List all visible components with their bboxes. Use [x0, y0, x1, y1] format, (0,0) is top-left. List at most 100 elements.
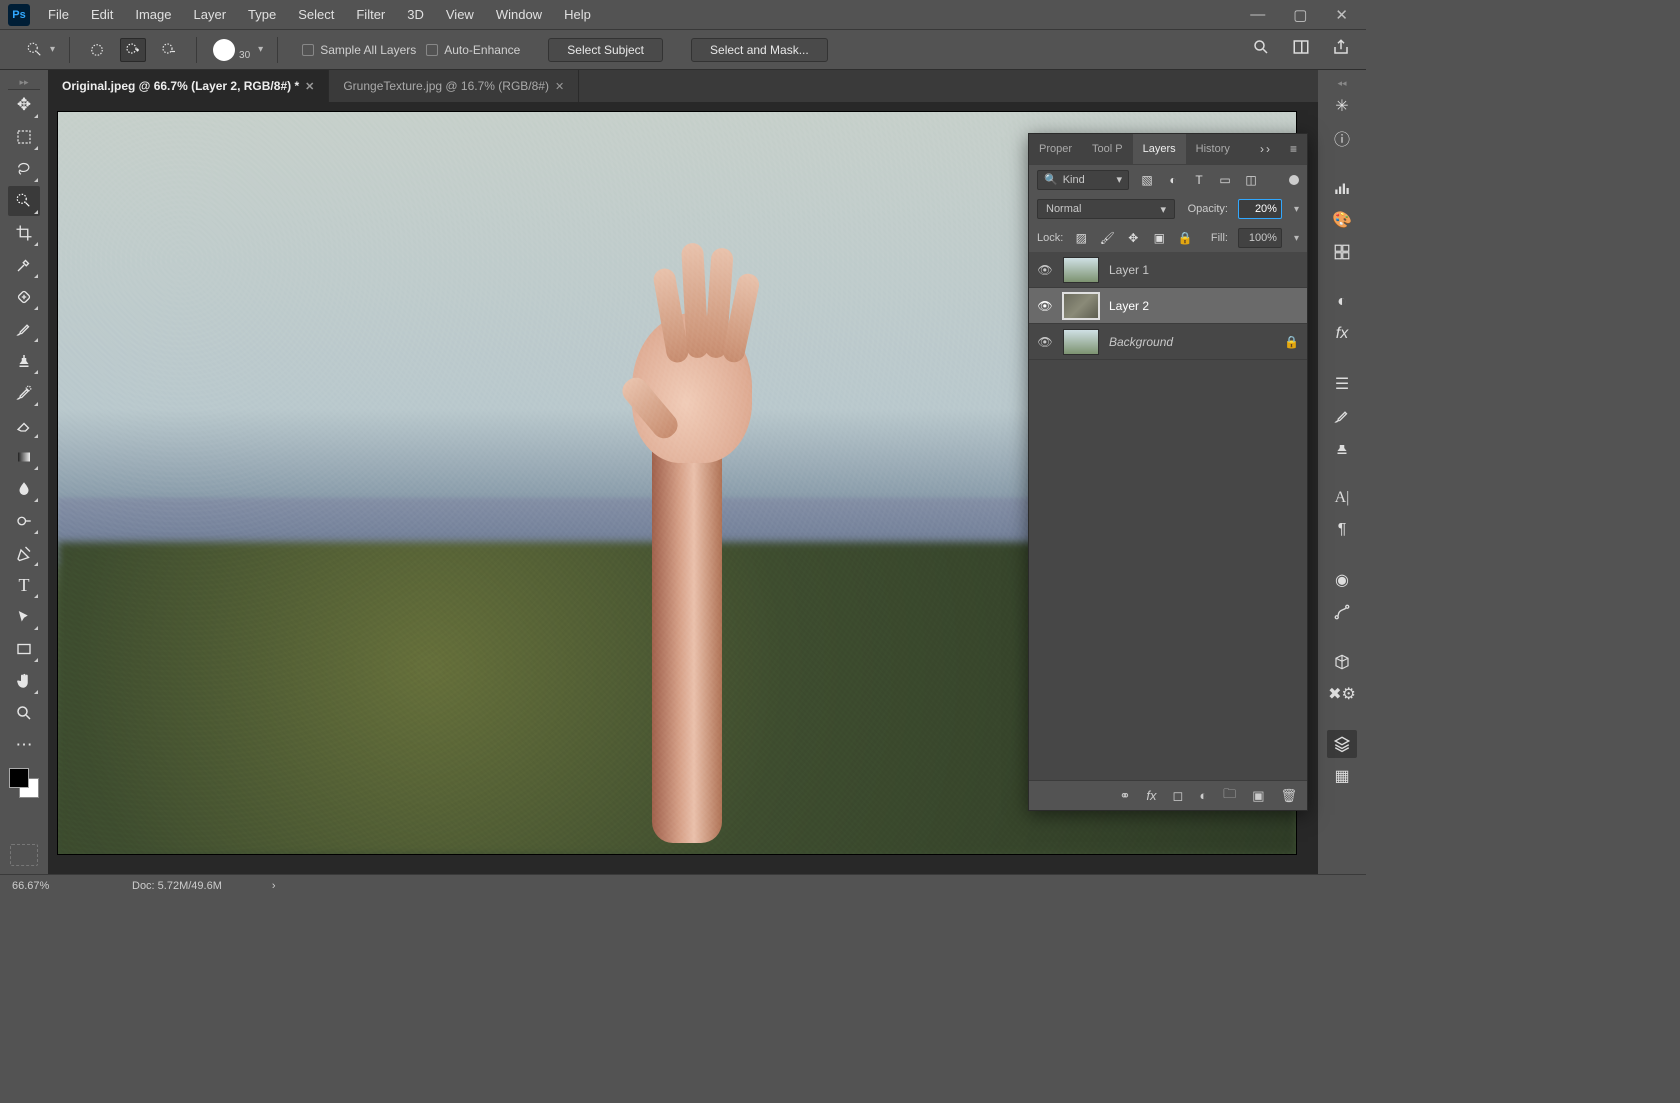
close-icon[interactable]: ✕ — [305, 80, 314, 93]
clone-source-icon[interactable] — [1327, 434, 1357, 462]
lock-image-icon[interactable]: 🖌 — [1099, 231, 1115, 245]
layer-name-label[interactable]: Background — [1109, 335, 1173, 349]
gradient-tool[interactable] — [8, 442, 40, 472]
quick-selection-tool[interactable] — [8, 186, 40, 216]
paths-icon[interactable] — [1327, 598, 1357, 626]
menu-3d[interactable]: 3D — [407, 7, 424, 22]
edit-toolbar-button[interactable]: ⋯ — [8, 730, 40, 760]
filter-kind-dropdown[interactable]: 🔍Kind▾ — [1037, 170, 1129, 190]
menu-file[interactable]: File — [48, 7, 69, 22]
layer-row[interactable]: 👁 Layer 1 — [1029, 252, 1307, 288]
search-icon[interactable] — [1252, 38, 1270, 61]
styles-icon[interactable]: fx — [1327, 320, 1357, 348]
info-icon[interactable]: ⓘ — [1327, 124, 1357, 152]
menu-select[interactable]: Select — [298, 7, 334, 22]
menu-filter[interactable]: Filter — [356, 7, 385, 22]
visibility-toggle-icon[interactable]: 👁 — [1037, 299, 1053, 313]
adjustment-layer-icon[interactable]: ◐ — [1199, 788, 1207, 803]
share-icon[interactable] — [1332, 38, 1350, 61]
fill-input[interactable]: 100% — [1238, 228, 1282, 248]
eraser-tool[interactable] — [8, 410, 40, 440]
layer-row[interactable]: 👁 Background 🔒 — [1029, 324, 1307, 360]
brush-settings-icon[interactable] — [1327, 402, 1357, 430]
paragraph-icon[interactable]: ¶ — [1327, 516, 1357, 544]
tool-preset-dropdown[interactable]: ▾ — [50, 44, 55, 55]
character-icon[interactable]: A| — [1327, 484, 1357, 512]
layer-name-label[interactable]: Layer 2 — [1109, 299, 1149, 313]
panel-menu-icon[interactable]: ≡ — [1280, 142, 1307, 156]
move-tool[interactable]: ✥ — [8, 90, 40, 120]
close-icon[interactable]: ✕ — [555, 80, 564, 93]
visibility-toggle-icon[interactable]: 👁 — [1037, 263, 1053, 277]
panel-expand-icon[interactable]: ›› — [1252, 142, 1280, 156]
filter-shape-icon[interactable]: ▭ — [1217, 173, 1233, 187]
quick-mask-toggle[interactable] — [10, 844, 38, 866]
add-to-selection-button[interactable] — [120, 38, 146, 62]
layer-row[interactable]: 👁 Layer 2 — [1029, 288, 1307, 324]
spot-healing-tool[interactable] — [8, 282, 40, 312]
layer-name-label[interactable]: Layer 1 — [1109, 263, 1149, 277]
current-tool-icon[interactable] — [22, 37, 48, 63]
filter-pixel-icon[interactable]: ▧ — [1139, 173, 1155, 187]
tab-layers[interactable]: Layers — [1133, 134, 1186, 164]
auto-enhance-checkbox[interactable]: Auto-Enhance — [426, 43, 520, 57]
layer-thumbnail[interactable] — [1063, 293, 1099, 319]
layer-thumbnail[interactable] — [1063, 257, 1099, 283]
lasso-tool[interactable] — [8, 154, 40, 184]
pen-tool[interactable] — [8, 538, 40, 568]
brush-picker-dropdown[interactable]: ▾ — [258, 44, 263, 55]
menu-help[interactable]: Help — [564, 7, 591, 22]
brush-preview-icon[interactable] — [213, 39, 235, 61]
filter-smart-icon[interactable]: ◫ — [1243, 173, 1259, 187]
sample-all-layers-checkbox[interactable]: Sample All Layers — [302, 43, 416, 57]
window-maximize-button[interactable]: ▢ — [1293, 6, 1307, 24]
actions-icon[interactable]: ▦ — [1327, 762, 1357, 790]
tab-tool-presets[interactable]: Tool P — [1082, 134, 1133, 164]
lock-transparency-icon[interactable]: ▨ — [1073, 231, 1089, 245]
marquee-tool[interactable] — [8, 122, 40, 152]
document-tab-2[interactable]: GrungeTexture.jpg @ 16.7% (RGB/8#)✕ — [329, 70, 579, 102]
layer-comp-icon[interactable]: ☰ — [1327, 370, 1357, 398]
tab-history[interactable]: History — [1186, 134, 1240, 164]
select-and-mask-button[interactable]: Select and Mask... — [691, 38, 828, 62]
layer-mask-icon[interactable]: ◻ — [1173, 788, 1184, 804]
select-subject-button[interactable]: Select Subject — [548, 38, 663, 62]
type-tool[interactable]: T — [8, 570, 40, 600]
fill-dropdown[interactable]: ▾ — [1294, 233, 1299, 244]
blend-mode-dropdown[interactable]: Normal▾ — [1037, 199, 1175, 219]
opacity-dropdown[interactable]: ▾ — [1294, 204, 1299, 215]
doc-info[interactable]: Doc: 5.72M/49.6M — [132, 880, 222, 892]
properties-icon[interactable]: ✖⚙ — [1327, 680, 1357, 708]
layer-group-icon[interactable]: 🗀 — [1223, 785, 1236, 807]
crop-tool[interactable] — [8, 218, 40, 248]
window-minimize-button[interactable]: — — [1250, 6, 1265, 24]
lock-artboard-icon[interactable]: ▣ — [1151, 231, 1167, 245]
visibility-toggle-icon[interactable]: 👁 — [1037, 335, 1053, 349]
filter-type-icon[interactable]: T — [1191, 173, 1207, 187]
menu-image[interactable]: Image — [135, 7, 171, 22]
menu-edit[interactable]: Edit — [91, 7, 113, 22]
new-layer-icon[interactable]: ▣ — [1252, 788, 1264, 804]
layers-icon[interactable] — [1327, 730, 1357, 758]
filter-toggle-switch[interactable] — [1289, 175, 1299, 185]
color-icon[interactable]: 🎨 — [1327, 206, 1357, 234]
compass-icon[interactable]: ✳ — [1327, 92, 1357, 120]
right-dock-handle[interactable]: ◂◂ — [1318, 78, 1366, 88]
link-layers-icon[interactable]: ⚭ — [1119, 788, 1130, 804]
channels-icon[interactable]: ◉ — [1327, 566, 1357, 594]
adjustments-icon[interactable]: ◐ — [1327, 288, 1357, 316]
history-brush-tool[interactable] — [8, 378, 40, 408]
brush-tool[interactable] — [8, 314, 40, 344]
tools-panel-handle[interactable]: ▸▸ — [8, 76, 40, 90]
dodge-tool[interactable] — [8, 506, 40, 536]
subtract-from-selection-button[interactable] — [156, 38, 182, 62]
menu-window[interactable]: Window — [496, 7, 542, 22]
layer-style-icon[interactable]: fx — [1146, 788, 1156, 803]
menu-layer[interactable]: Layer — [194, 7, 227, 22]
blur-tool[interactable] — [8, 474, 40, 504]
swatches-icon[interactable] — [1327, 238, 1357, 266]
menu-view[interactable]: View — [446, 7, 474, 22]
lock-all-icon[interactable]: 🔒 — [1177, 231, 1193, 245]
lock-position-icon[interactable]: ✥ — [1125, 231, 1141, 245]
new-selection-button[interactable] — [84, 38, 110, 62]
